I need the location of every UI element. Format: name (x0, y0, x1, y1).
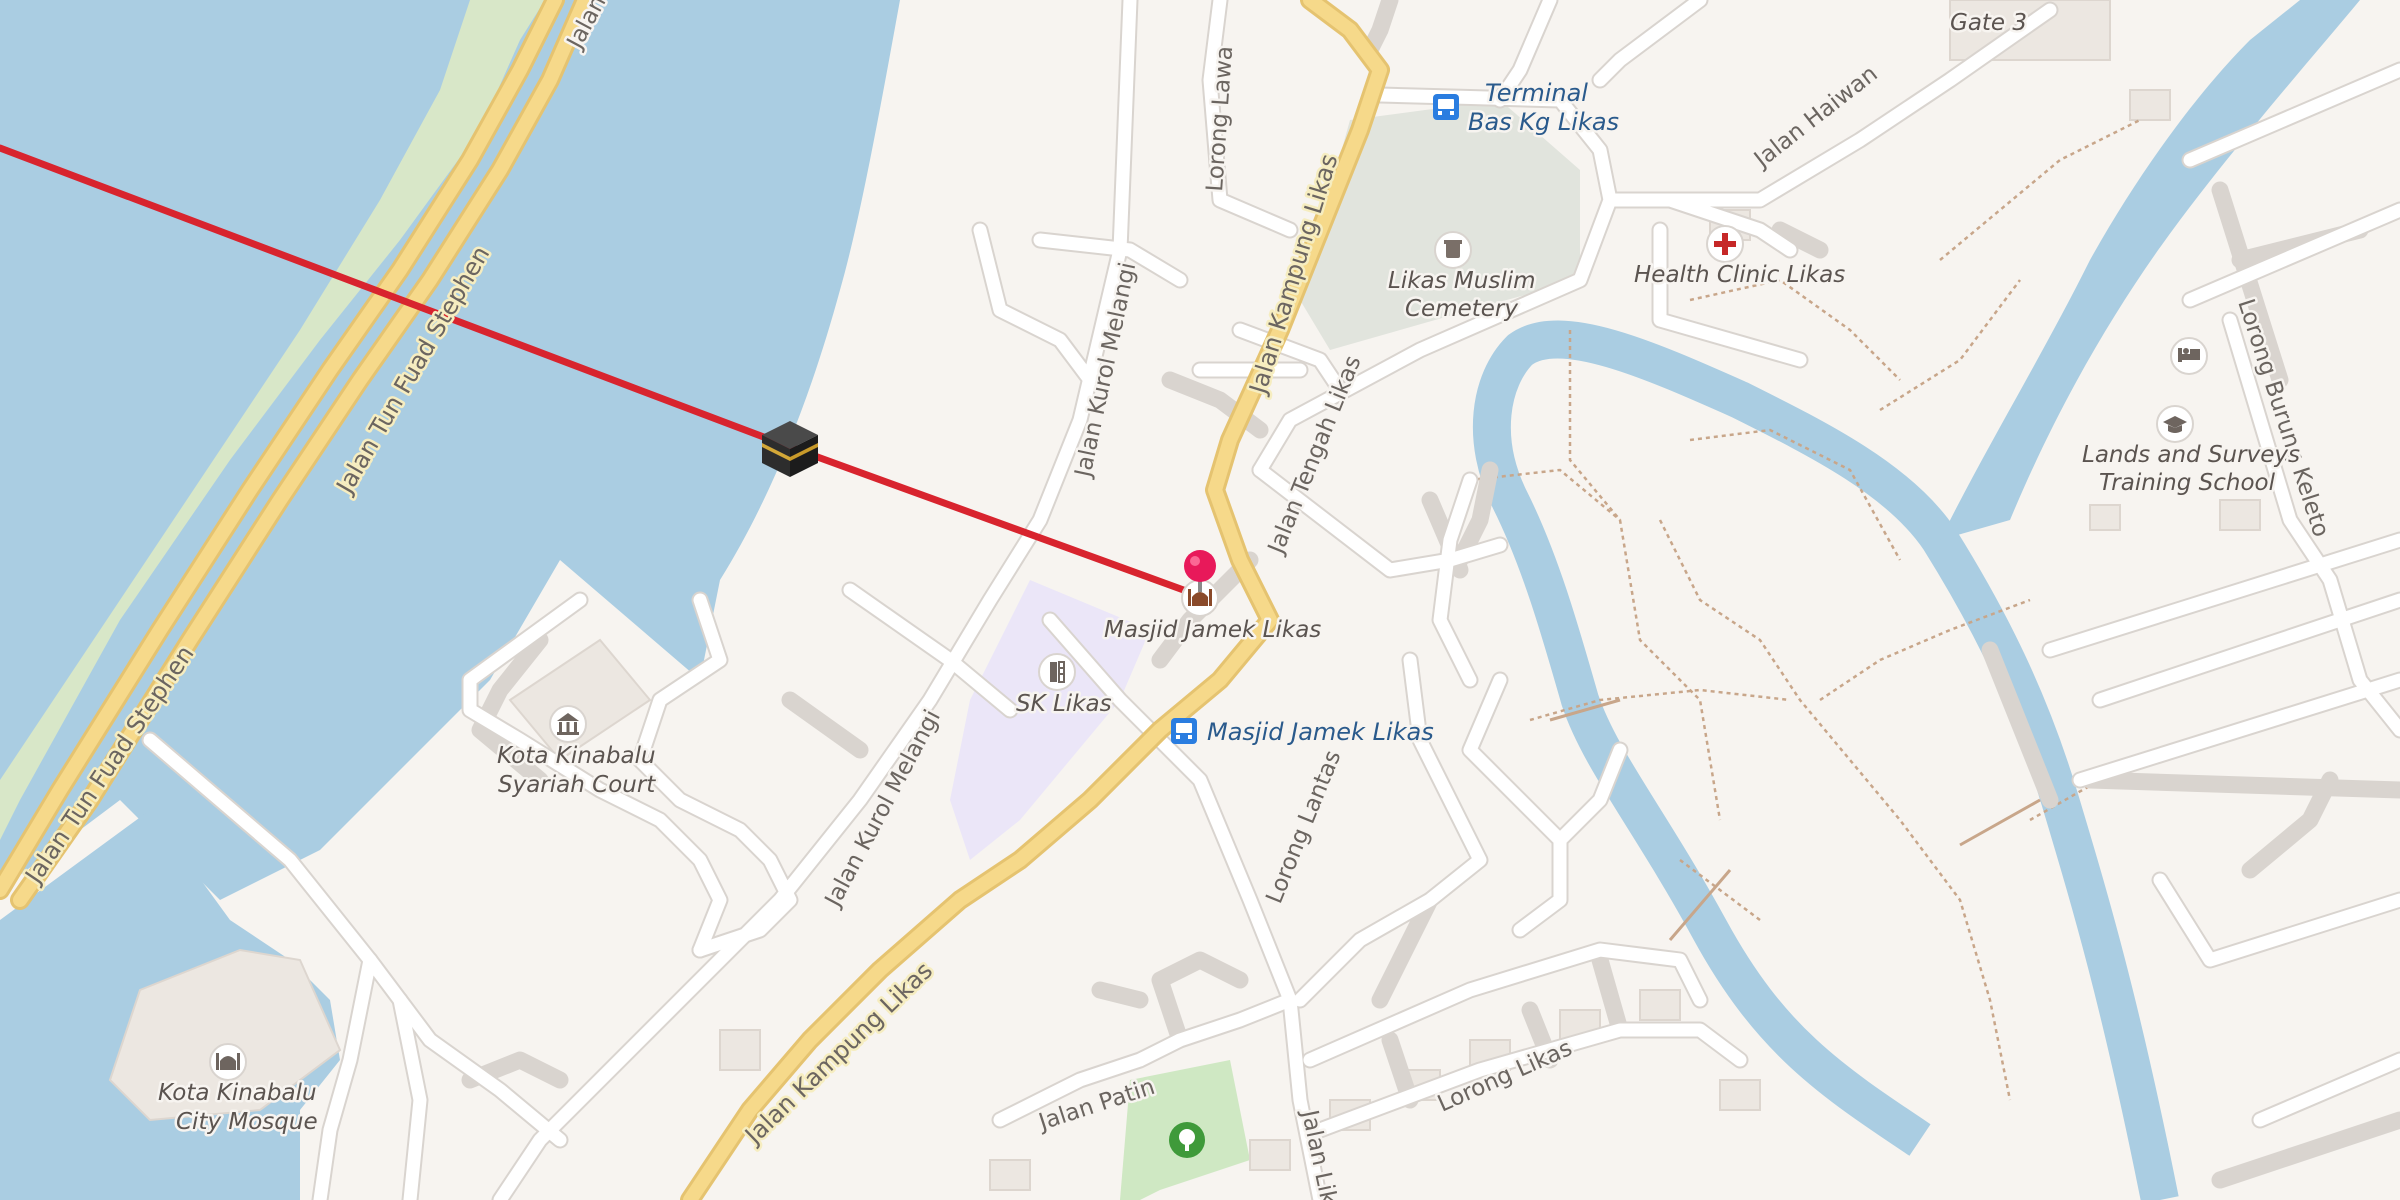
bus-stop-label: Masjid Jamek Likas (1207, 718, 1434, 746)
city-mosque-icon[interactable] (209, 1043, 247, 1081)
court-label-line2: Syariah Court (498, 772, 656, 798)
bus-terminal-label-line2: Bas Kg Likas (1468, 108, 1619, 136)
court-label-line1: Kota Kinabalu (497, 743, 656, 769)
cemetery-label-line2: Cemetery (1405, 296, 1518, 322)
school-icon[interactable] (1038, 653, 1076, 691)
medical-cross-icon[interactable] (1706, 225, 1744, 263)
masjid-label: Masjid Jamek Likas (1104, 617, 1321, 643)
lands-label-line1: Lands and Surveys (2082, 442, 2300, 468)
city-mosque-label-line1: Kota Kinabalu (158, 1080, 317, 1106)
bus-terminal-label-line1: Terminal (1485, 79, 1588, 107)
bus-terminal-icon[interactable] (1433, 94, 1459, 120)
gate-label: Gate 3 (1950, 10, 2027, 36)
city-mosque-label-line2: City Mosque (176, 1109, 318, 1135)
lands-label-line2: Training School (2099, 470, 2276, 496)
tree-icon[interactable] (1169, 1122, 1205, 1158)
map-canvas[interactable]: Jalan Jalan Tun Fuad Stephen Jalan Tun F… (0, 0, 2400, 1200)
clinic-label: Health Clinic Likas (1634, 262, 1845, 288)
graduation-cap-icon[interactable] (2156, 405, 2194, 443)
school-label: SK Likas (1016, 691, 1112, 717)
cemetery-label-line1: Likas Muslim (1388, 268, 1536, 294)
cemetery-icon[interactable] (1434, 231, 1472, 269)
courthouse-icon[interactable] (549, 705, 587, 743)
bed-icon[interactable] (2170, 337, 2208, 375)
bus-stop-icon[interactable] (1171, 718, 1197, 744)
